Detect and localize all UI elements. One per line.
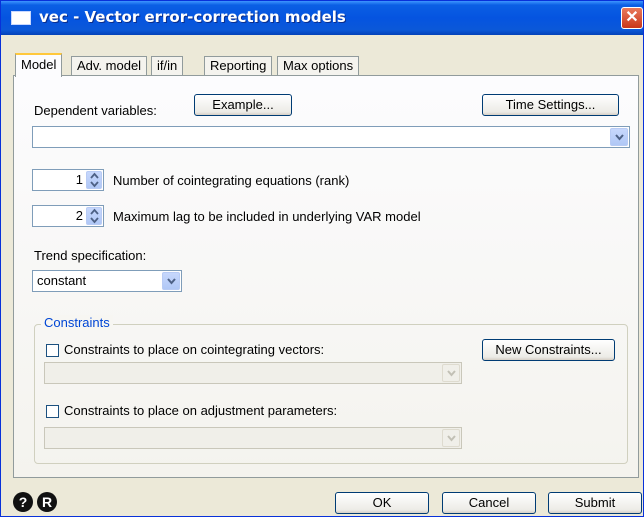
help-icon[interactable]: ?: [13, 492, 33, 512]
reset-icon[interactable]: R: [37, 492, 57, 512]
chevron-down-icon[interactable]: [442, 364, 460, 382]
adjustment-constraints-checkbox[interactable]: [46, 405, 59, 418]
cointegrating-constraints-label: Constraints to place on cointegrating ve…: [64, 342, 325, 357]
close-button[interactable]: ✕: [621, 7, 643, 29]
tab-reporting[interactable]: Reporting: [204, 56, 273, 75]
dependent-variables-label: Dependent variables:: [34, 103, 157, 118]
adjustment-constraints-combo[interactable]: [44, 427, 462, 449]
chevron-down-icon[interactable]: [162, 272, 180, 290]
adjustment-constraints-label: Constraints to place on adjustment param…: [64, 403, 338, 418]
spinner-arrows-icon[interactable]: [86, 171, 102, 189]
trend-specification-combo[interactable]: constant: [32, 270, 182, 292]
ok-button[interactable]: OK: [335, 492, 429, 514]
tab-model[interactable]: Model: [15, 53, 63, 77]
dialog-window: vec - Vector error-correction models ✕ M…: [0, 0, 644, 517]
rank-spinner[interactable]: 1: [32, 169, 104, 191]
rank-value: 1: [75, 172, 83, 187]
rank-label: Number of cointegrating equations (rank): [113, 173, 350, 188]
cancel-button[interactable]: Cancel: [442, 492, 536, 514]
chevron-down-icon[interactable]: [442, 429, 460, 447]
max-lag-spinner[interactable]: 2: [32, 205, 104, 227]
tab-if-in[interactable]: if/in: [151, 56, 184, 75]
max-lag-value: 2: [75, 208, 83, 223]
dependent-variables-combo[interactable]: [32, 126, 630, 148]
trend-specification-label: Trend specification:: [34, 248, 147, 263]
max-lag-label: Maximum lag to be included in underlying…: [113, 209, 421, 224]
example-button[interactable]: Example...: [194, 94, 292, 116]
time-settings-button[interactable]: Time Settings...: [482, 94, 619, 116]
constraints-group-legend: Constraints: [41, 315, 113, 330]
title-bar[interactable]: vec - Vector error-correction models ✕: [1, 1, 643, 35]
spinner-arrows-icon[interactable]: [86, 207, 102, 225]
window-icon: [11, 11, 31, 25]
chevron-down-icon[interactable]: [610, 128, 628, 146]
new-constraints-button[interactable]: New Constraints...: [482, 339, 615, 361]
trend-specification-value: constant: [37, 273, 87, 288]
cointegrating-constraints-combo[interactable]: [44, 362, 462, 384]
tab-adv-model[interactable]: Adv. model: [71, 56, 148, 75]
tab-max-options[interactable]: Max options: [277, 56, 360, 75]
submit-button[interactable]: Submit: [548, 492, 642, 514]
cointegrating-constraints-checkbox[interactable]: [46, 344, 59, 357]
window-title: vec - Vector error-correction models: [39, 8, 346, 26]
